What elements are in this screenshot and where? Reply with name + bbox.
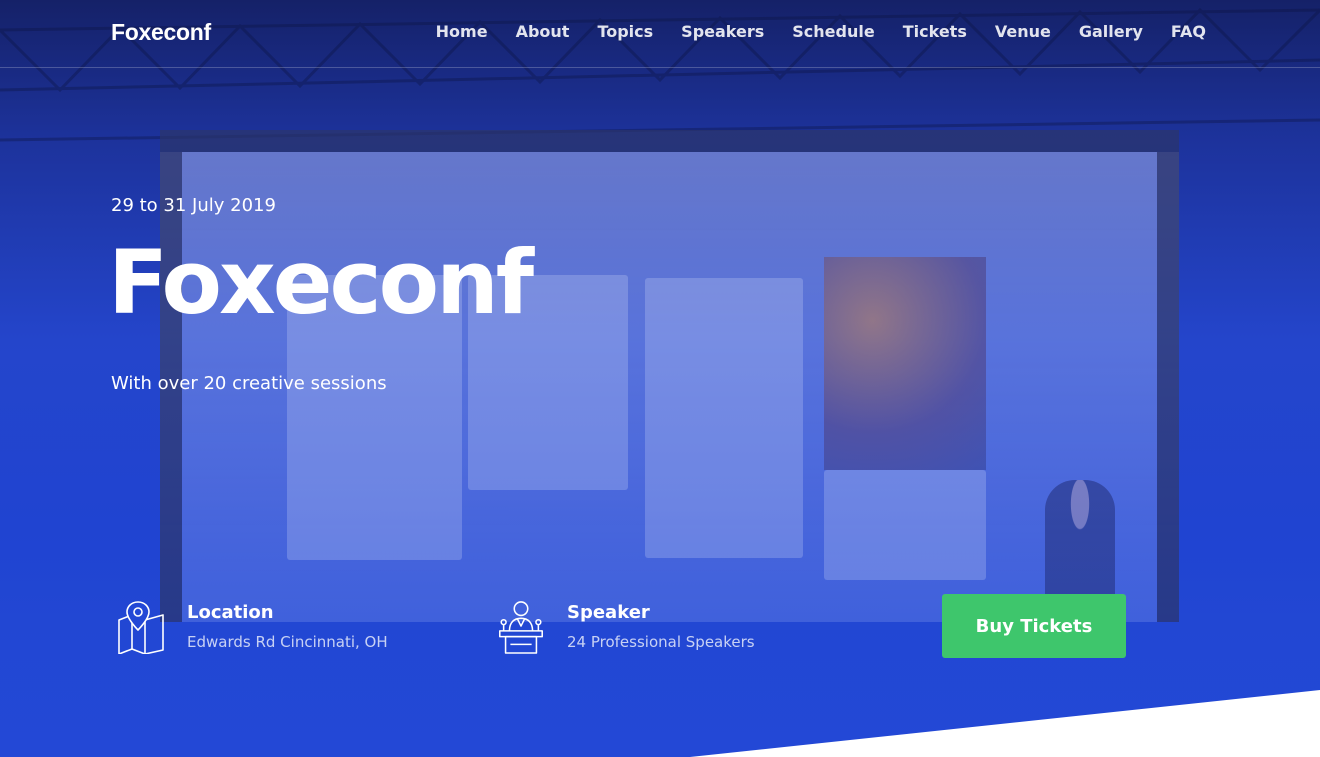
- top-navbar: Foxeconf Home About Topics Speakers Sche…: [0, 0, 1320, 68]
- presenter-figure: [1045, 480, 1115, 600]
- location-info: Location Edwards Rd Cincinnati, OH: [115, 600, 388, 654]
- speaker-label: Speaker: [567, 602, 650, 623]
- speaker-info: Speaker 24 Professional Speakers: [495, 600, 755, 654]
- nav-menu: Home About Topics Speakers Schedule Tick…: [436, 22, 1206, 41]
- nav-item-home[interactable]: Home: [436, 22, 488, 41]
- screen-card: [645, 278, 803, 558]
- map-pin-icon: [118, 601, 164, 654]
- food-photo: [824, 257, 986, 470]
- speaker-value: 24 Professional Speakers: [567, 633, 755, 651]
- location-value: Edwards Rd Cincinnati, OH: [187, 633, 388, 651]
- nav-item-tickets[interactable]: Tickets: [903, 22, 967, 41]
- nav-item-venue[interactable]: Venue: [995, 22, 1051, 41]
- brand-logo[interactable]: Foxeconf: [111, 19, 211, 46]
- nav-item-faq[interactable]: FAQ: [1171, 22, 1206, 41]
- nav-item-schedule[interactable]: Schedule: [792, 22, 874, 41]
- nav-item-speakers[interactable]: Speakers: [681, 22, 764, 41]
- buy-tickets-button[interactable]: Buy Tickets: [942, 594, 1126, 658]
- hero-title: Foxeconf: [108, 231, 534, 334]
- event-date: 29 to 31 July 2019: [111, 195, 276, 216]
- location-label: Location: [187, 602, 274, 623]
- nav-item-about[interactable]: About: [516, 22, 570, 41]
- screen-card: [824, 470, 986, 580]
- nav-item-topics[interactable]: Topics: [597, 22, 653, 41]
- speaker-podium-icon: [499, 601, 543, 654]
- hero-subtitle: With over 20 creative sessions: [111, 373, 387, 394]
- nav-item-gallery[interactable]: Gallery: [1079, 22, 1143, 41]
